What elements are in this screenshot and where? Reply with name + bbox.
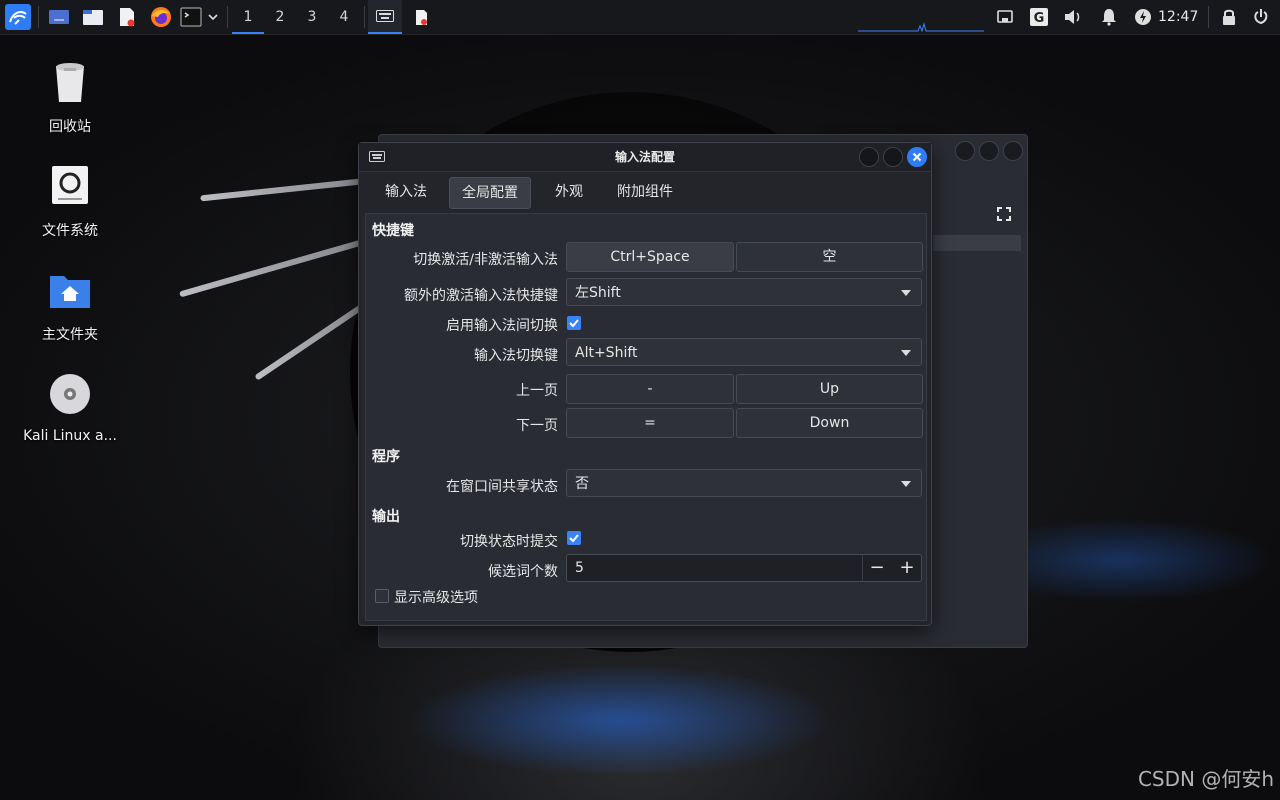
switch-key-value: Alt+Shift [575,345,638,361]
enable-switch-label: 启用输入法间切换 [446,318,558,334]
google-icon[interactable]: G [1028,6,1050,28]
toggle-im-key2-button[interactable]: 空 [736,242,923,272]
minimize-button[interactable] [859,147,879,167]
extra-trigger-value: 左Shift [575,285,621,301]
keyboard-icon [376,10,394,22]
workspace-2[interactable]: 2 [264,0,296,34]
disc-icon [50,374,90,414]
task-im-config[interactable] [368,0,402,34]
enable-switch-checkbox[interactable] [567,316,581,330]
fullscreen-icon[interactable] [997,207,1011,221]
home-folder-icon [50,276,90,308]
section-program: 程序 [372,449,400,465]
toggle-im-key1-button[interactable]: Ctrl+Space [566,242,734,272]
extra-trigger-label: 额外的激活输入法快捷键 [404,288,558,304]
kali-menu-icon[interactable] [5,4,31,30]
minimize-button[interactable] [955,141,975,161]
wallpaper-swoosh [179,236,373,298]
workspace-4[interactable]: 4 [328,0,360,34]
show-advanced-checkbox[interactable] [375,589,389,603]
extra-trigger-select[interactable]: 左Shift [566,278,922,306]
clock[interactable]: 12:47 [1158,0,1198,34]
list-selected-row[interactable] [933,235,1021,251]
desktop-icon-label: 文件系统 [42,223,98,239]
dialog-titlebar[interactable]: 输入法配置 [359,143,931,172]
dialog-title: 输入法配置 [614,150,675,164]
wallpaper-swoosh [200,176,380,202]
commit-on-switch-checkbox[interactable] [567,531,581,545]
desktop-icon-trash[interactable]: 回收站 [15,58,125,136]
share-state-label: 在窗口间共享状态 [446,479,558,495]
next-page-label: 下一页 [516,418,558,434]
next-page-key2-button[interactable]: Down [736,408,923,438]
taskbar-separator [364,6,365,28]
taskbar-separator [227,6,228,28]
desktop-icon-label: Kali Linux a... [23,428,117,444]
close-button[interactable] [1003,141,1023,161]
share-state-value: 否 [575,476,589,492]
drive-icon [52,166,88,204]
svg-text:G: G [1034,11,1045,26]
desktop-icon-label: 主文件夹 [42,327,98,343]
network-icon[interactable] [994,6,1016,28]
cpu-graph [858,22,984,32]
taskbar-separator [38,6,39,28]
tab-addons[interactable]: 附加组件 [605,177,685,207]
desktop-icon-label: 回收站 [49,119,91,135]
bell-icon[interactable] [1098,6,1120,28]
toggle-im-label: 切换激活/非激活输入法 [413,252,558,268]
checkmark-icon [569,319,579,328]
power-icon[interactable] [1132,6,1154,28]
workspace-3[interactable]: 3 [296,0,328,34]
show-advanced-label[interactable]: 显示高级选项 [394,587,478,607]
dropdown-arrow-icon [901,290,911,296]
chevron-down-icon[interactable] [206,6,220,28]
lock-icon[interactable] [1218,6,1240,28]
firefox-icon[interactable] [150,6,172,28]
decrement-button[interactable]: − [862,555,891,581]
terminal-icon[interactable] [180,6,202,28]
switch-key-select[interactable]: Alt+Shift [566,338,922,366]
next-page-key1-button[interactable]: = [566,408,734,438]
tab-input-method[interactable]: 输入法 [373,177,439,207]
workspace-1[interactable]: 1 [232,0,264,34]
checkmark-icon [569,534,579,543]
im-config-dialog: 输入法配置 输入法 全局配置 外观 附加组件 快捷键 切换激活/非激活输入法 C… [358,142,932,626]
logout-icon[interactable] [1250,6,1272,28]
taskbar: 1 2 3 4 G 12:47 [0,0,1280,35]
switch-key-label: 输入法切换键 [474,348,558,364]
prev-page-label: 上一页 [516,383,558,399]
close-icon [912,152,922,162]
increment-button[interactable]: + [893,555,921,581]
desktop-icon-filesystem[interactable]: 文件系统 [15,162,125,240]
share-state-select[interactable]: 否 [566,469,922,497]
section-output: 输出 [372,509,400,525]
desktop-icon-kali-disc[interactable]: Kali Linux a... [15,370,125,444]
tab-global-config[interactable]: 全局配置 [449,177,531,209]
maximize-button[interactable] [883,147,903,167]
dropdown-arrow-icon [901,481,911,487]
trash-icon [56,63,84,102]
prev-page-key2-button[interactable]: Up [736,374,923,404]
candidate-count-value[interactable]: 5 [575,555,584,581]
commit-on-switch-label: 切换状态时提交 [460,534,558,550]
watermark: CSDN @何安h [1137,767,1274,791]
taskbar-separator [1208,6,1209,28]
dropdown-arrow-icon [901,350,911,356]
tab-appearance[interactable]: 外观 [543,177,595,207]
desktop-icon[interactable] [48,6,70,28]
section-hotkeys: 快捷键 [372,223,414,239]
text-editor-icon[interactable] [116,6,138,28]
file-manager-icon[interactable] [82,6,104,28]
close-button[interactable] [907,147,927,167]
volume-icon[interactable] [1062,6,1084,28]
candidate-count-label: 候选词个数 [488,564,558,580]
prev-page-key1-button[interactable]: - [566,374,734,404]
global-config-panel: 快捷键 切换激活/非激活输入法 Ctrl+Space 空 额外的激活输入法快捷键… [365,213,927,621]
candidate-count-stepper[interactable]: 5 − + [566,554,922,582]
desktop-icon-home[interactable]: 主文件夹 [15,266,125,344]
document-icon[interactable] [410,6,432,28]
maximize-button[interactable] [979,141,999,161]
